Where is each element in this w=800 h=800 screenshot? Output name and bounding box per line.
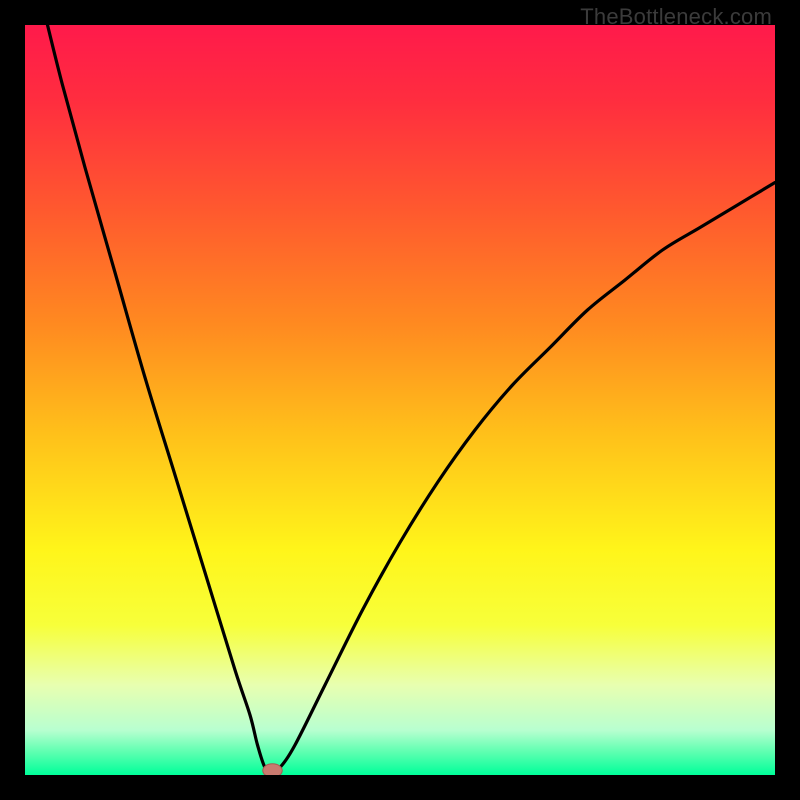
bottleneck-chart bbox=[25, 25, 775, 775]
chart-frame bbox=[25, 25, 775, 775]
gradient-background bbox=[25, 25, 775, 775]
minimum-marker bbox=[263, 764, 283, 775]
watermark-text: TheBottleneck.com bbox=[580, 4, 772, 30]
